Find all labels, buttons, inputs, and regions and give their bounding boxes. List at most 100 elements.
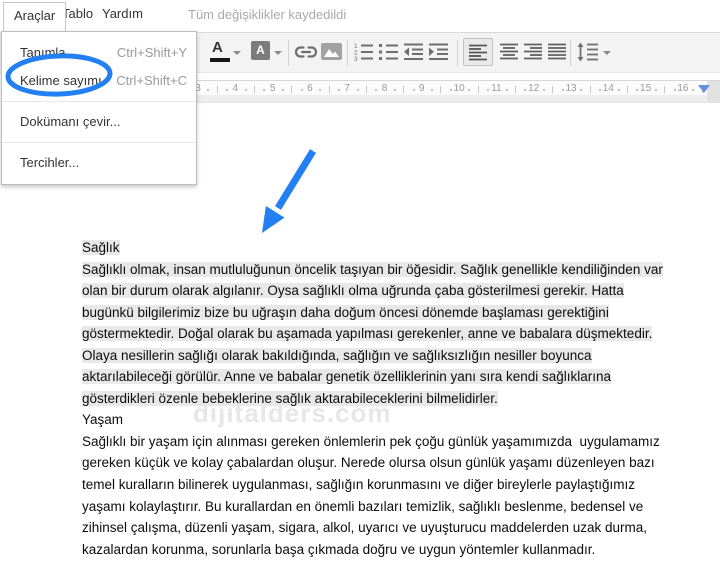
- ruler-tick: [244, 89, 247, 91]
- document-text-line[interactable]: yaşamı kolaylaştırır. Bu kurallardan en …: [82, 496, 663, 518]
- ruler-tick: [440, 86, 442, 93]
- menu-item-dokümanı-çevir[interactable]: Dokümanı çevir...: [2, 108, 196, 136]
- ruler-tick: [356, 89, 359, 91]
- align-center-button[interactable]: [497, 38, 523, 66]
- ruler-tick: [477, 86, 479, 93]
- ruler-tick: [365, 86, 367, 93]
- document-text-line[interactable]: zihinsel çalışma, düzenli yaşam, sigara,…: [82, 517, 663, 539]
- image-icon: [321, 43, 342, 60]
- ruler-number: 13: [565, 83, 577, 94]
- document-text-line[interactable]: Sağlıklı olmak, insan mutluluğunun öncel…: [82, 259, 663, 281]
- horizontal-ruler: 3 4 5 6 7 8 9 10 11 12 13 14 15 16: [196, 80, 720, 95]
- justify-icon: [548, 43, 566, 60]
- chevron-down-icon[interactable]: [233, 51, 241, 55]
- ruler-number: 6: [307, 83, 313, 94]
- document-text-line[interactable]: olan bir durum olarak algılanır. Oysa sa…: [82, 280, 663, 302]
- ruler-number: 14: [602, 83, 614, 94]
- menu-item-label: Kelime sayımı: [20, 73, 102, 88]
- ruler-number: 11: [491, 83, 502, 94]
- numbered-list-button[interactable]: 123: [352, 38, 376, 66]
- ruler-tick: [626, 86, 628, 93]
- align-left-button[interactable]: [463, 38, 493, 66]
- ruler-number: 9: [419, 83, 425, 94]
- selected-text: aktarılabileceği görülür. Anne ve babala…: [82, 369, 612, 385]
- ruler-tick: [580, 89, 583, 91]
- document-text-line[interactable]: Sağlıklı bir yaşam için alınması gereken…: [82, 431, 663, 453]
- menu-separator: [2, 101, 196, 102]
- menubar-item-help[interactable]: Yardım: [102, 6, 143, 21]
- document-text-line[interactable]: gereken küçük ve kolay çabalardan oluşur…: [82, 452, 663, 474]
- document-text-area[interactable]: Sağlık Sağlıklı olmak, insan mutluluğunun…: [82, 237, 663, 560]
- align-right-button[interactable]: [521, 38, 547, 66]
- menubar-item-table[interactable]: Tablo: [62, 6, 93, 21]
- ruler-tick: [216, 86, 218, 93]
- toolbar-divider: [570, 40, 571, 66]
- ruler-tick: [617, 89, 620, 91]
- menu-item-label: Dokümanı çevir...: [20, 114, 121, 129]
- document-text-line[interactable]: Yaşam: [82, 409, 663, 431]
- selected-text: Sağlıklı olmak, insan mutluluğunun öncel…: [82, 261, 663, 277]
- bulleted-list-button[interactable]: [377, 38, 401, 66]
- chevron-down-icon[interactable]: [603, 51, 611, 55]
- insert-link-button[interactable]: [293, 38, 319, 66]
- selected-text: Sağlık: [82, 240, 120, 255]
- document-text-line[interactable]: Sağlık: [82, 237, 663, 259]
- text: Sağlıklı bir yaşam için alınması gereken…: [82, 433, 660, 449]
- increase-indent-icon: [429, 43, 448, 60]
- menu-item-label: Tercihler...: [20, 155, 80, 170]
- text-color-icon: A: [212, 39, 223, 56]
- ruler-number: 10: [453, 83, 465, 94]
- ruler-tick: [319, 89, 322, 91]
- menu-item-kelime-sayımı[interactable]: Ctrl+Shift+C Kelime sayımı: [2, 67, 196, 95]
- menu-item-shortcut: Ctrl+Shift+C: [116, 73, 187, 88]
- chevron-down-icon[interactable]: [274, 51, 282, 55]
- menu-item-tanımla[interactable]: Ctrl+Shift+Y Tanımla...: [2, 39, 196, 67]
- document-text-line[interactable]: temel kuralların bilinerek uygulanması, …: [82, 474, 663, 496]
- document-text-line[interactable]: Olaya nesillerin sağlığı olarak bakıldığ…: [82, 345, 663, 367]
- text: Yaşam: [82, 412, 124, 428]
- increase-indent-button[interactable]: [427, 38, 451, 66]
- document-text-line[interactable]: kazalardan korunma, sorunlarla başa çıkm…: [82, 539, 663, 561]
- ruler-tick: [291, 86, 293, 93]
- highlight-color-icon: A: [251, 41, 270, 60]
- ruler-number: 5: [269, 83, 276, 94]
- ruler-tick: [515, 86, 517, 93]
- annotation-arrow: [262, 149, 316, 233]
- ruler-tick: [505, 89, 508, 91]
- selected-text: bugünkü bilgilerimiz bize bu uğraşın dah…: [82, 304, 609, 320]
- ruler-tick: [281, 89, 284, 91]
- menu-item-tercihler[interactable]: Tercihler...: [2, 149, 196, 177]
- tools-menu-dropdown: Ctrl+Shift+Y Tanımla... Ctrl+Shift+C Kelime…: [1, 31, 197, 185]
- text: gereken küçük ve kolay çabalardan oluşur…: [82, 455, 655, 471]
- ruler-number: 16: [677, 83, 689, 94]
- document-text-line[interactable]: aktarılabileceği görülür. Anne ve babala…: [82, 366, 663, 388]
- ruler-tick: [403, 86, 405, 93]
- decrease-indent-button[interactable]: [402, 38, 426, 66]
- ruler-tick: [468, 89, 471, 91]
- ruler-number: 4: [232, 83, 239, 94]
- justify-button[interactable]: [545, 38, 571, 66]
- ruler-tick: [207, 89, 210, 91]
- line-spacing-button[interactable]: [576, 38, 612, 66]
- selected-text: Olaya nesillerin sağlığı olarak bakıldığ…: [82, 347, 592, 363]
- toolbar-divider: [288, 40, 289, 66]
- ruler-tick: [692, 89, 695, 91]
- line-spacing-icon: [577, 42, 598, 62]
- ruler-number: 7: [344, 83, 350, 94]
- ruler-tick: [393, 89, 396, 91]
- ruler-tick: [654, 89, 657, 91]
- numbered-list-icon: 123: [354, 43, 373, 62]
- document-text-line[interactable]: göstermektedir. Doğal olarak bu aşamada …: [82, 323, 663, 345]
- text: kazalardan korunma, sorunlarla başa çıkm…: [82, 541, 596, 557]
- document-text-line[interactable]: bugünkü bilgilerimiz bize bu uğraşın dah…: [82, 302, 663, 324]
- highlight-color-button[interactable]: A: [247, 38, 283, 66]
- document-text-line[interactable]: gösterdikleri özenle bebeklerine sağlık …: [82, 388, 663, 410]
- selected-text: gösterdikleri özenle bebeklerine sağlık …: [82, 390, 498, 406]
- menu-item-label: Tanımla...: [20, 45, 77, 60]
- ruler-tick: [552, 86, 554, 93]
- ruler-tick: [253, 86, 255, 93]
- text-color-button[interactable]: A: [205, 38, 243, 66]
- insert-image-button[interactable]: [320, 38, 344, 66]
- right-indent-marker[interactable]: [698, 85, 710, 93]
- text-color-swatch: [210, 58, 230, 62]
